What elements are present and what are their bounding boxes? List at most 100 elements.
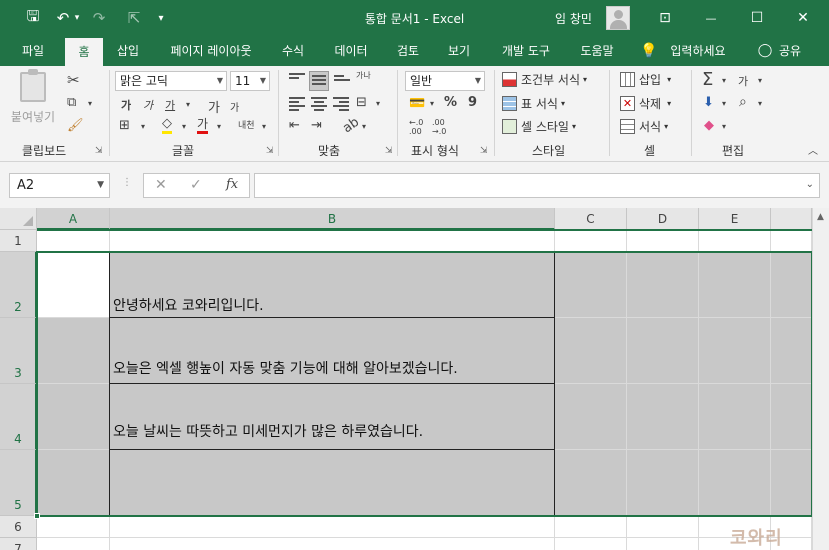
cell[interactable] [37, 230, 110, 252]
phonetic-dropdown-icon[interactable]: ▾ [262, 122, 266, 131]
cell[interactable] [37, 538, 110, 550]
fill-handle[interactable] [34, 513, 40, 519]
borders-dropdown-icon[interactable]: ▾ [141, 122, 145, 131]
merge-center-icon[interactable]: ⊟ [356, 95, 367, 110]
underline-button[interactable]: 가 [165, 97, 175, 113]
fill-color-dropdown-icon[interactable]: ▾ [182, 122, 186, 131]
avatar[interactable] [606, 6, 630, 30]
cell[interactable] [555, 230, 627, 252]
copy-dropdown-icon[interactable]: ▾ [88, 99, 92, 108]
align-right-icon[interactable] [333, 97, 349, 111]
cancel-formula-icon[interactable]: ✕ [155, 177, 167, 193]
clipboard-launcher-icon[interactable]: ⇲ [95, 146, 103, 156]
font-size-select[interactable]: 11 ▼ [230, 71, 270, 91]
delete-cells-button[interactable]: ✕ 삭제 ▾ [620, 95, 671, 112]
row-header-6[interactable]: 6 [0, 516, 37, 538]
decrease-decimal-button[interactable]: .00 →.0 [432, 118, 446, 136]
undo-icon[interactable]: ↶ [52, 8, 74, 28]
tab-home[interactable]: 홈 [65, 38, 103, 66]
number-format-select[interactable]: 일반 ▼ [405, 71, 485, 91]
font-launcher-icon[interactable]: ⇲ [266, 146, 274, 156]
increase-indent-icon[interactable]: ⇥ [311, 118, 322, 133]
clear-icon[interactable]: ◆ [704, 118, 714, 133]
tab-file[interactable]: 파일 [10, 36, 56, 66]
sort-filter-dropdown-icon[interactable]: ▾ [758, 76, 762, 85]
row-header-4[interactable]: 4 [0, 384, 37, 450]
merge-dropdown-icon[interactable]: ▾ [376, 99, 380, 108]
cell[interactable] [627, 516, 699, 538]
column-header-f[interactable] [771, 208, 812, 230]
format-painter-icon[interactable]: 🖌 [67, 118, 84, 133]
row-header-2[interactable]: 2 [0, 252, 37, 318]
shrink-font-button[interactable]: 가 [230, 99, 239, 114]
font-color-button[interactable]: 가 [197, 117, 209, 134]
autosum-dropdown-icon[interactable]: ▾ [722, 76, 726, 85]
underline-dropdown-icon[interactable]: ▾ [186, 100, 190, 109]
cell[interactable] [699, 230, 771, 252]
bold-button[interactable]: 가 [121, 97, 131, 113]
increase-decimal-button[interactable]: ←.0 .00 [409, 118, 423, 136]
tab-developer[interactable]: 개발 도구 [490, 36, 562, 66]
accounting-format-icon[interactable]: 💳 [409, 96, 425, 111]
enter-formula-icon[interactable]: ✓ [190, 177, 202, 193]
borders-icon[interactable]: ⊞ [119, 118, 130, 133]
cell[interactable] [627, 230, 699, 252]
align-bottom-icon[interactable] [334, 75, 350, 89]
column-header-b[interactable]: B [110, 208, 555, 230]
maximize-button[interactable]: ☐ [742, 4, 772, 32]
phonetic-button[interactable]: 내천 [238, 118, 255, 131]
cell[interactable] [771, 230, 812, 252]
percent-button[interactable]: % [444, 95, 457, 110]
align-center-icon[interactable] [311, 97, 327, 111]
save-icon[interactable]: 🖫 [22, 7, 44, 28]
column-header-a[interactable]: A [37, 208, 110, 230]
undo-dropdown-icon[interactable]: ▾ [72, 8, 82, 28]
decrease-indent-icon[interactable]: ⇤ [289, 118, 300, 133]
cut-icon[interactable]: ✂ [67, 71, 80, 89]
sort-filter-button[interactable]: 가 [738, 73, 748, 89]
find-select-button[interactable]: ⌕ [739, 94, 747, 110]
formula-input[interactable]: ⌄ [254, 173, 820, 198]
tab-formulas[interactable]: 수식 [273, 36, 313, 66]
column-header-c[interactable]: C [555, 208, 627, 230]
font-color-dropdown-icon[interactable]: ▾ [217, 122, 221, 131]
customize-quick-access-icon[interactable]: ▾ [154, 8, 168, 28]
cell[interactable] [110, 230, 555, 252]
find-select-dropdown-icon[interactable]: ▾ [758, 99, 762, 108]
fill-icon[interactable]: ⬇ [703, 95, 714, 110]
wrap-text-button[interactable]: 가나 [356, 71, 374, 81]
cell-styles-button[interactable]: 셀 스타일 ▾ [502, 118, 576, 135]
row-header-3[interactable]: 3 [0, 318, 37, 384]
cell[interactable] [110, 538, 555, 550]
name-box[interactable]: A2 ▼ [9, 173, 110, 198]
font-name-select[interactable]: 맑은 고딕 ▼ [115, 71, 227, 91]
accounting-dropdown-icon[interactable]: ▾ [430, 99, 434, 108]
column-header-e[interactable]: E [699, 208, 771, 230]
tab-page-layout[interactable]: 페이지 레이아웃 [159, 36, 263, 66]
minimize-button[interactable]: — [696, 4, 726, 32]
align-top-icon[interactable] [289, 73, 305, 87]
touch-mode-icon[interactable]: ⇱ [123, 8, 145, 28]
person-icon[interactable]: ◯ [757, 36, 773, 66]
scroll-up-icon[interactable]: ▲ [817, 212, 824, 222]
align-middle-icon[interactable] [309, 71, 329, 91]
expand-formula-bar-icon[interactable]: ⌄ [806, 179, 814, 190]
grow-font-button[interactable]: 가 [208, 97, 220, 116]
tab-help[interactable]: 도움말 [570, 36, 624, 66]
tab-insert[interactable]: 삽입 [107, 36, 149, 66]
cell[interactable] [37, 516, 110, 538]
alignment-launcher-icon[interactable]: ⇲ [385, 146, 393, 156]
redo-icon[interactable]: ↷ [88, 8, 110, 28]
close-button[interactable]: ✕ [788, 4, 818, 32]
orientation-dropdown-icon[interactable]: ▾ [362, 122, 366, 131]
cell[interactable] [555, 538, 627, 550]
fill-color-icon[interactable]: ◇ [162, 117, 172, 134]
clear-dropdown-icon[interactable]: ▾ [722, 122, 726, 131]
insert-function-icon[interactable]: fx [226, 177, 238, 192]
format-as-table-button[interactable]: 표 서식 ▾ [502, 95, 565, 112]
comma-style-button[interactable]: 9 [468, 95, 477, 110]
format-cells-button[interactable]: 서식 ▾ [620, 118, 668, 135]
copy-icon[interactable]: ⧉ [67, 95, 76, 110]
user-name[interactable]: 임 창민 [555, 10, 592, 27]
autosum-button[interactable]: Σ [702, 69, 713, 90]
